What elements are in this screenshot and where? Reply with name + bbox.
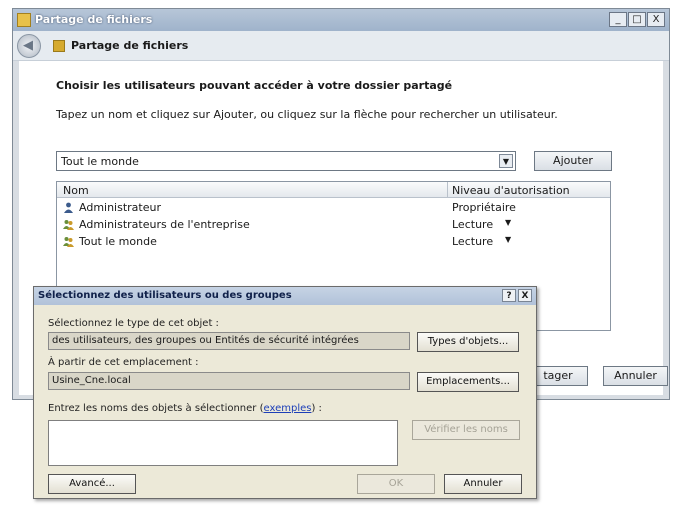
instructions-text: Tapez un nom et cliquez sur Ajouter, ou … (56, 108, 558, 121)
table-header: Nom Niveau d'autorisation (57, 182, 610, 198)
dialog-cancel-button[interactable]: Annuler (444, 474, 522, 494)
row-user-name: Administrateurs de l'entreprise (79, 218, 250, 231)
object-type-label: Sélectionnez le type de cet objet : (48, 318, 219, 329)
group-icon (63, 237, 74, 247)
permission-dropdown-arrow-icon[interactable]: ▼ (505, 235, 511, 244)
back-arrow-icon: ◀ (23, 38, 33, 53)
column-header-level[interactable]: Niveau d'autorisation (452, 184, 570, 197)
share-button[interactable]: tager (528, 366, 588, 386)
check-names-button[interactable]: Vérifier les noms (412, 420, 520, 440)
table-row[interactable]: Administrateur Propriétaire (57, 199, 610, 216)
object-types-button[interactable]: Types d'objets... (417, 332, 519, 352)
table-row[interactable]: Administrateurs de l'entreprise Lecture … (57, 216, 610, 233)
cancel-button[interactable]: Annuler (603, 366, 668, 386)
user-icon (64, 202, 73, 213)
row-permission-level[interactable]: Lecture (452, 218, 493, 231)
dialog-titlebar[interactable]: Sélectionnez des utilisateurs ou des gro… (34, 287, 536, 305)
group-icon (63, 220, 74, 230)
dialog-close-button[interactable]: X (518, 289, 532, 302)
help-button[interactable]: ? (502, 289, 516, 302)
back-button[interactable]: ◀ (17, 34, 41, 58)
row-permission-level[interactable]: Lecture (452, 235, 493, 248)
permission-dropdown-arrow-icon[interactable]: ▼ (505, 218, 511, 227)
ok-button[interactable]: OK (357, 474, 435, 494)
add-button[interactable]: Ajouter (534, 151, 612, 171)
dialog-title: Sélectionnez des utilisateurs ou des gro… (38, 290, 292, 301)
navigation-bar: ◀ Partage de fichiers (13, 31, 669, 61)
sharing-icon (53, 40, 65, 52)
row-permission-level: Propriétaire (452, 201, 516, 214)
user-combobox[interactable]: Tout le monde ▼ (56, 151, 516, 171)
nav-title: Partage de fichiers (71, 39, 189, 52)
location-field: Usine_Cne.local (48, 372, 410, 390)
examples-link[interactable]: exemples (263, 403, 311, 414)
window-title: Partage de fichiers (35, 13, 153, 26)
object-names-input[interactable] (48, 420, 398, 466)
advanced-button[interactable]: Avancé... (48, 474, 136, 494)
row-user-name: Administrateur (79, 201, 161, 214)
minimize-button[interactable]: _ (609, 12, 627, 27)
object-names-label: Entrez les noms des objets à sélectionne… (48, 403, 322, 414)
object-names-label-suffix: ) : (311, 403, 322, 414)
table-row[interactable]: Tout le monde Lecture ▼ (57, 233, 610, 250)
locations-button[interactable]: Emplacements... (417, 372, 519, 392)
page-heading: Choisir les utilisateurs pouvant accéder… (56, 79, 453, 92)
dropdown-arrow-icon[interactable]: ▼ (499, 154, 513, 168)
column-divider[interactable] (447, 182, 448, 198)
select-users-dialog: Sélectionnez des utilisateurs ou des gro… (33, 286, 537, 499)
row-user-name: Tout le monde (79, 235, 157, 248)
folder-icon (17, 13, 31, 27)
window-titlebar[interactable]: Partage de fichiers _ □ X (13, 9, 669, 31)
maximize-button[interactable]: □ (628, 12, 646, 27)
user-combobox-value: Tout le monde (61, 155, 139, 168)
close-button[interactable]: X (647, 12, 665, 27)
column-header-name[interactable]: Nom (63, 184, 89, 197)
object-names-label-prefix: Entrez les noms des objets à sélectionne… (48, 403, 264, 414)
location-label: À partir de cet emplacement : (48, 357, 199, 368)
object-type-field: des utilisateurs, des groupes ou Entités… (48, 332, 410, 350)
